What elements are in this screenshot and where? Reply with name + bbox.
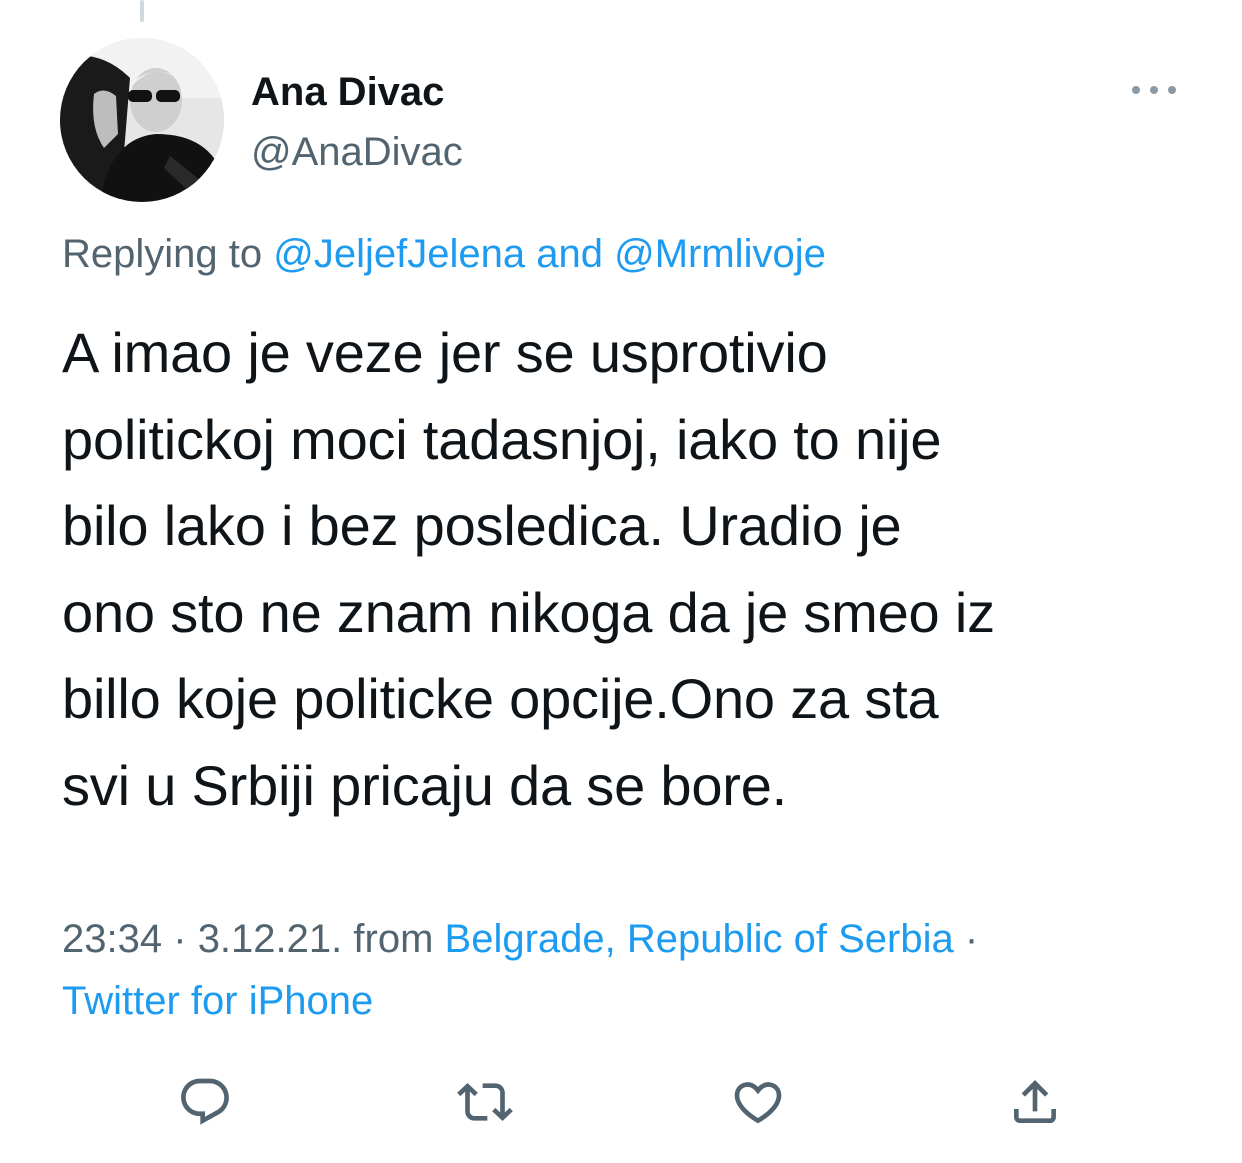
replying-to-line: Replying to @JeljefJelena and @Mrmlivoje: [62, 228, 826, 280]
more-options-button[interactable]: [1130, 72, 1178, 108]
mention-link[interactable]: @Mrmlivoje: [614, 232, 826, 276]
like-button[interactable]: [728, 1072, 788, 1132]
thread-connector-line: [140, 0, 144, 22]
avatar-photo: [60, 38, 224, 202]
author-name[interactable]: Ana Divac: [251, 66, 444, 118]
share-button[interactable]: [1005, 1072, 1065, 1132]
tweet-line: svi u Srbiji pricaju da se bore.: [62, 753, 788, 817]
tweet-text: A imao je veze jer se usprotivio politic…: [62, 310, 1182, 829]
tweet-time[interactable]: 23:34: [62, 917, 162, 961]
more-icon: [1132, 86, 1176, 94]
meta-separator: ·: [964, 917, 979, 961]
replying-and: and: [536, 232, 603, 276]
tweet-line: politickoj moci tadasnjoj, iako to nije: [62, 407, 942, 471]
tweet-line: billo koje politicke opcije.Ono za sta: [62, 667, 939, 730]
meta-from: from: [353, 917, 434, 961]
like-icon: [734, 1082, 782, 1124]
location-link[interactable]: Belgrade, Republic of Serbia: [445, 917, 954, 961]
tweet-line: ono sto ne znam nikoga da je smeo iz: [62, 580, 995, 644]
reply-icon: [181, 1078, 229, 1125]
reply-button[interactable]: [175, 1072, 235, 1132]
tweet-actions-bar: [0, 1072, 1242, 1132]
tweet-line: A imao je veze jer se usprotivio: [62, 321, 828, 384]
tweet-metadata: 23:34 · 3.12.21. from Belgrade, Republic…: [62, 908, 1192, 1032]
source-link[interactable]: Twitter for iPhone: [62, 979, 373, 1023]
tweet-line: bilo lako i bez posledica. Uradio je: [62, 494, 902, 557]
meta-separator: ·: [173, 917, 187, 961]
share-icon: [1014, 1080, 1056, 1123]
tweet-date[interactable]: 3.12.21.: [198, 917, 343, 961]
retweet-button[interactable]: [455, 1072, 515, 1132]
mention-link[interactable]: @JeljefJelena: [273, 232, 525, 276]
author-handle[interactable]: @AnaDivac: [251, 126, 463, 178]
retweet-icon: [457, 1083, 513, 1121]
replying-prefix: Replying to: [62, 232, 263, 276]
avatar[interactable]: [60, 38, 224, 202]
